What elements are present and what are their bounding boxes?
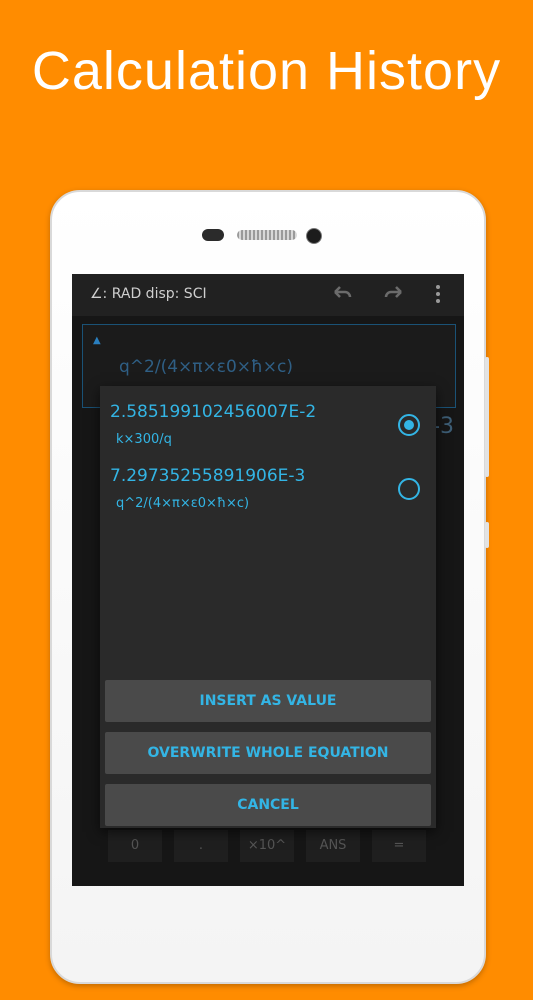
undo-icon[interactable] <box>330 282 354 311</box>
equation-text: q^2/(4×π×ε0×ħ×c) <box>119 357 294 377</box>
history-dialog: 2.585199102456007E-2 k×300/q 7.297352558… <box>100 386 436 828</box>
angle-display-mode[interactable]: ∠: RAD disp: SCI <box>90 286 207 302</box>
history-expression: k×300/q <box>116 432 172 447</box>
insert-as-value-button[interactable]: INSERT AS VALUE <box>105 680 431 722</box>
phone-frame: ∠: RAD disp: SCI ▲ q^2/(4×π×ε0×ħ×c) -3 0… <box>50 190 489 984</box>
key-equals[interactable]: = <box>372 830 426 862</box>
history-value: 2.585199102456007E-2 <box>110 402 317 422</box>
radio-unselected[interactable] <box>398 478 420 500</box>
history-value: 7.29735255891906E-3 <box>110 466 306 486</box>
app-screen: ∠: RAD disp: SCI ▲ q^2/(4×π×ε0×ħ×c) -3 0… <box>72 274 464 886</box>
history-item[interactable]: 2.585199102456007E-2 k×300/q <box>100 402 436 464</box>
promo-headline: Calculation History <box>31 41 502 101</box>
key-ans[interactable]: ANS <box>306 830 360 862</box>
overwrite-equation-button[interactable]: OVERWRITE WHOLE EQUATION <box>105 732 431 774</box>
volume-button <box>485 357 489 477</box>
proximity-sensor <box>202 229 224 241</box>
radio-selected[interactable] <box>398 414 420 436</box>
power-button <box>485 522 489 548</box>
key-decimal[interactable]: . <box>174 830 228 862</box>
front-camera <box>306 228 322 244</box>
app-top-bar: ∠: RAD disp: SCI <box>72 274 464 316</box>
earpiece-speaker <box>237 230 297 240</box>
key-zero[interactable]: 0 <box>108 830 162 862</box>
key-exponent[interactable]: ×10^ <box>240 830 294 862</box>
collapse-caret-icon[interactable]: ▲ <box>93 335 101 346</box>
overflow-menu-icon[interactable] <box>434 282 442 311</box>
history-item[interactable]: 7.29735255891906E-3 q^2/(4×π×ε0×ħ×c) <box>100 466 436 528</box>
history-expression: q^2/(4×π×ε0×ħ×c) <box>116 496 250 511</box>
cancel-button[interactable]: CANCEL <box>105 784 431 826</box>
redo-icon[interactable] <box>382 282 406 311</box>
